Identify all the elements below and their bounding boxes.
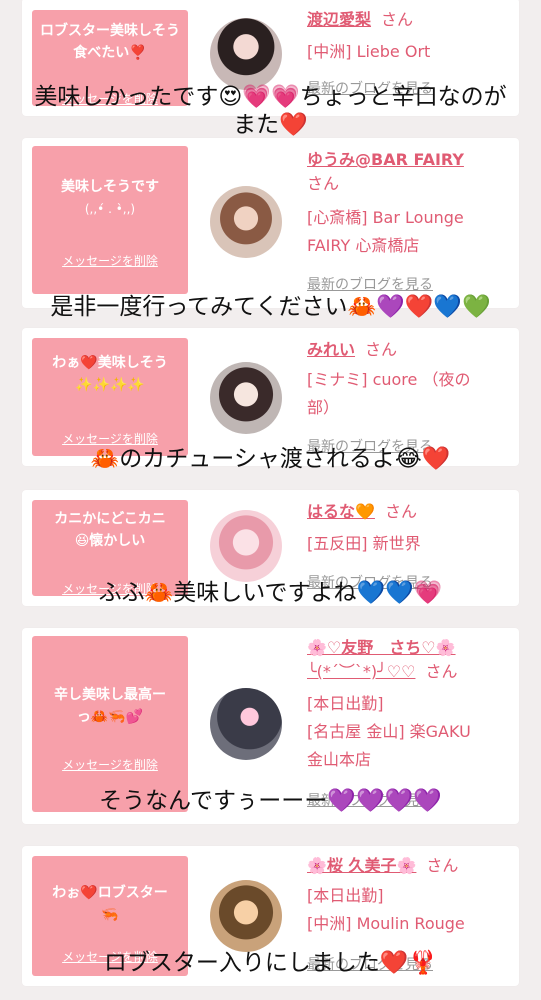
delete-message-link[interactable]: メッセージを削除: [32, 252, 188, 269]
shop-line: [五反田] 新世界: [307, 534, 421, 553]
shop-info: [心斎橋] Bar Lounge FAIRY 心斎橋店: [307, 204, 517, 260]
caption-text: そうなんですぅーーー💜💜💜💜: [99, 788, 442, 814]
caption-text: 🦀のカチューシャ渡されるよ😂❤️: [90, 446, 451, 472]
shop-line: FAIRY 心斎橋店: [307, 236, 420, 255]
user-name-link[interactable]: ゆうみ@BAR FAIRY: [307, 150, 464, 169]
shop-info: [五反田] 新世界: [307, 530, 517, 558]
message-bubble: 美味しそうです (,,•́ . •̀,,) メッセージを削除: [32, 146, 188, 294]
avatar[interactable]: [210, 18, 282, 90]
message-text: 辛し美味し最高ー: [54, 687, 166, 703]
message-text: ロブスター美味しそう食べたい❣️: [40, 23, 180, 61]
message-text: わぉ❤️ロブスター: [52, 885, 168, 901]
shop-line: 金山本店: [307, 750, 372, 769]
message-subtext: 😆懐かしい: [74, 533, 146, 549]
shop-line: [本日出勤]: [307, 694, 384, 713]
shop-line: [ミナミ] cuore （夜の: [307, 370, 471, 389]
user-name-row: はるな🧡 さん: [307, 500, 417, 524]
message-subtext: (,,•́ . •̀,,): [84, 202, 136, 216]
honorific: さん: [381, 10, 414, 29]
message-text: わぁ❤️美味しそう: [52, 355, 168, 371]
caption-text: また❤️: [233, 112, 308, 138]
message-subtext: ✨✨✨✨: [75, 377, 145, 393]
caption-text: 是非一度行ってみてください🦀💜❤️💙💚: [50, 294, 491, 320]
delete-message-link[interactable]: メッセージを削除: [32, 756, 188, 773]
user-name-row: みれい さん: [307, 338, 397, 362]
avatar[interactable]: [210, 688, 282, 760]
avatar[interactable]: [210, 362, 282, 434]
shop-line: [心斎橋] Bar Lounge: [307, 208, 464, 227]
user-name-row: 🌸♡友野 さち♡🌸 ╰(*´︶`*)╯♡♡ さん: [307, 636, 522, 684]
shop-info: [本日出勤] [中洲] Moulin Rouge: [307, 882, 517, 938]
caption-text: ふふ🦀美味しいですよね💙💙💗: [98, 580, 443, 606]
avatar[interactable]: [210, 880, 282, 952]
user-name-link[interactable]: はるな🧡: [307, 502, 375, 521]
user-name-row: 渡辺愛梨 さん: [307, 8, 413, 32]
caption-text: ロブスター入りにしました❤️🦞: [103, 950, 438, 976]
user-name-link[interactable]: 渡辺愛梨: [307, 10, 371, 29]
message-text: 美味しそうです: [61, 179, 159, 195]
user-name-link-line2[interactable]: ╰(*´︶`*)╯♡♡: [307, 662, 415, 681]
message-card: 美味しそうです (,,•́ . •̀,,) メッセージを削除 ゆうみ@BAR F…: [22, 138, 519, 308]
user-name-row: 🌸桜 久美子🌸 さん: [307, 854, 458, 878]
avatar[interactable]: [210, 510, 282, 582]
message-bubble: わぁ❤️美味しそう ✨✨✨✨ メッセージを削除: [32, 338, 188, 456]
shop-info: [ミナミ] cuore （夜の 部）: [307, 366, 517, 422]
latest-blog-link[interactable]: 最新のブログを見る: [307, 274, 433, 294]
honorific: さん: [425, 662, 458, 681]
user-name-link[interactable]: 🌸♡友野 さち♡🌸: [307, 638, 456, 657]
shop-line: [本日出勤]: [307, 886, 384, 905]
honorific: さん: [426, 856, 459, 875]
shop-info: [中洲] Liebe Ort: [307, 38, 517, 66]
shop-info: [本日出勤] [名古屋 金山] 楽GAKU 金山本店: [307, 690, 517, 774]
message-subtext: 🦐: [101, 907, 119, 923]
shop-line: [中洲] Moulin Rouge: [307, 914, 465, 933]
honorific: さん: [365, 340, 398, 359]
message-subtext: っ🦀🦐💕: [76, 709, 144, 725]
user-name-link[interactable]: みれい: [307, 340, 355, 359]
shop-line: 部）: [307, 398, 340, 417]
honorific: さん: [307, 174, 340, 193]
message-text: カニかにどこカニ: [54, 511, 166, 527]
shop-line: [中洲] Liebe Ort: [307, 42, 431, 61]
caption-text: 美味しかったです😍💗💗ちょっと辛口なのが: [34, 84, 507, 110]
user-name-row: ゆうみ@BAR FAIRY さん: [307, 148, 517, 196]
user-name-link[interactable]: 🌸桜 久美子🌸: [307, 856, 416, 875]
honorific: さん: [384, 502, 417, 521]
shop-line: [名古屋 金山] 楽GAKU: [307, 722, 471, 741]
avatar[interactable]: [210, 186, 282, 258]
